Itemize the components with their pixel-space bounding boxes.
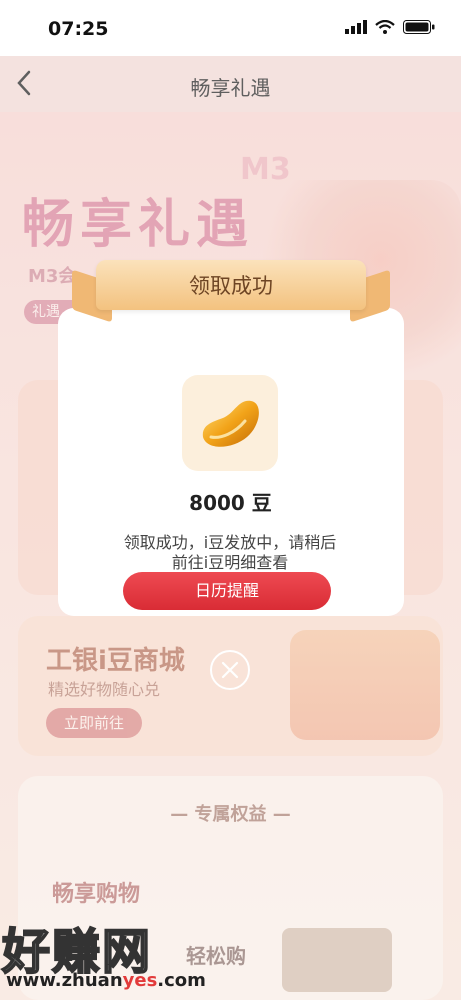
watermark-url-suffix: .com [157,970,206,991]
close-icon [221,661,239,679]
wifi-icon [375,20,395,34]
success-ribbon: 领取成功 [72,260,390,323]
signal-icon [345,20,367,34]
modal-title: 领取成功 [189,274,273,298]
watermark-url-highlight: yes [122,970,158,991]
modal-message-line2: 前往i豆明细查看 [171,553,289,572]
watermark: 好赚网 www.zhuanyes.com [0,900,260,1000]
calendar-reminder-button[interactable]: 日历提醒 [123,572,331,610]
close-modal-button[interactable] [210,650,250,690]
status-icons [345,20,435,34]
ribbon-banner: 领取成功 [96,260,366,310]
watermark-url-prefix: www.zhuan [6,970,123,991]
watermark-url: www.zhuanyes.com [6,970,206,991]
bean-reward-tile [182,375,278,471]
battery-icon [403,20,435,34]
status-time: 07:25 [48,18,109,40]
bean-icon [202,400,259,447]
status-bar: 07:25 [0,0,461,56]
reward-amount: 8000 豆 [189,491,272,515]
